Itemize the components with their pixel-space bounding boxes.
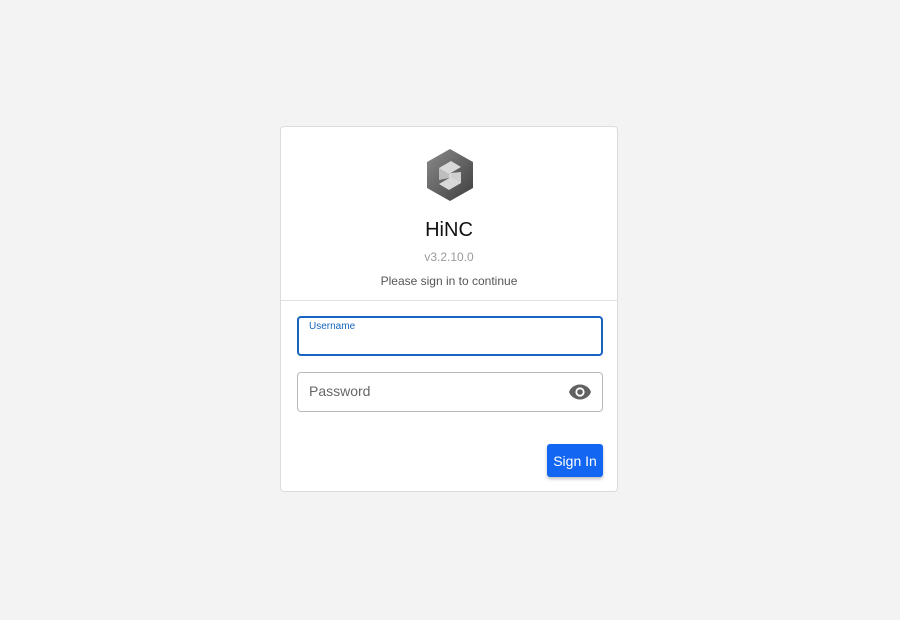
- login-card: HiNC v3.2.10.0 Please sign in to continu…: [280, 126, 618, 492]
- login-header: HiNC v3.2.10.0 Please sign in to continu…: [281, 127, 617, 301]
- hexagon-s-logo: [427, 149, 473, 201]
- username-input[interactable]: [310, 334, 580, 352]
- username-label: Username: [309, 321, 356, 332]
- password-field[interactable]: [297, 372, 603, 412]
- password-input[interactable]: [309, 382, 579, 400]
- app-version: v3.2.10.0: [424, 250, 474, 264]
- sign-in-button[interactable]: Sign In: [547, 444, 603, 477]
- login-subtitle: Please sign in to continue: [380, 274, 518, 288]
- username-field[interactable]: Username: [297, 316, 603, 356]
- eye-icon[interactable]: [568, 383, 592, 401]
- app-name: HiNC: [425, 219, 473, 241]
